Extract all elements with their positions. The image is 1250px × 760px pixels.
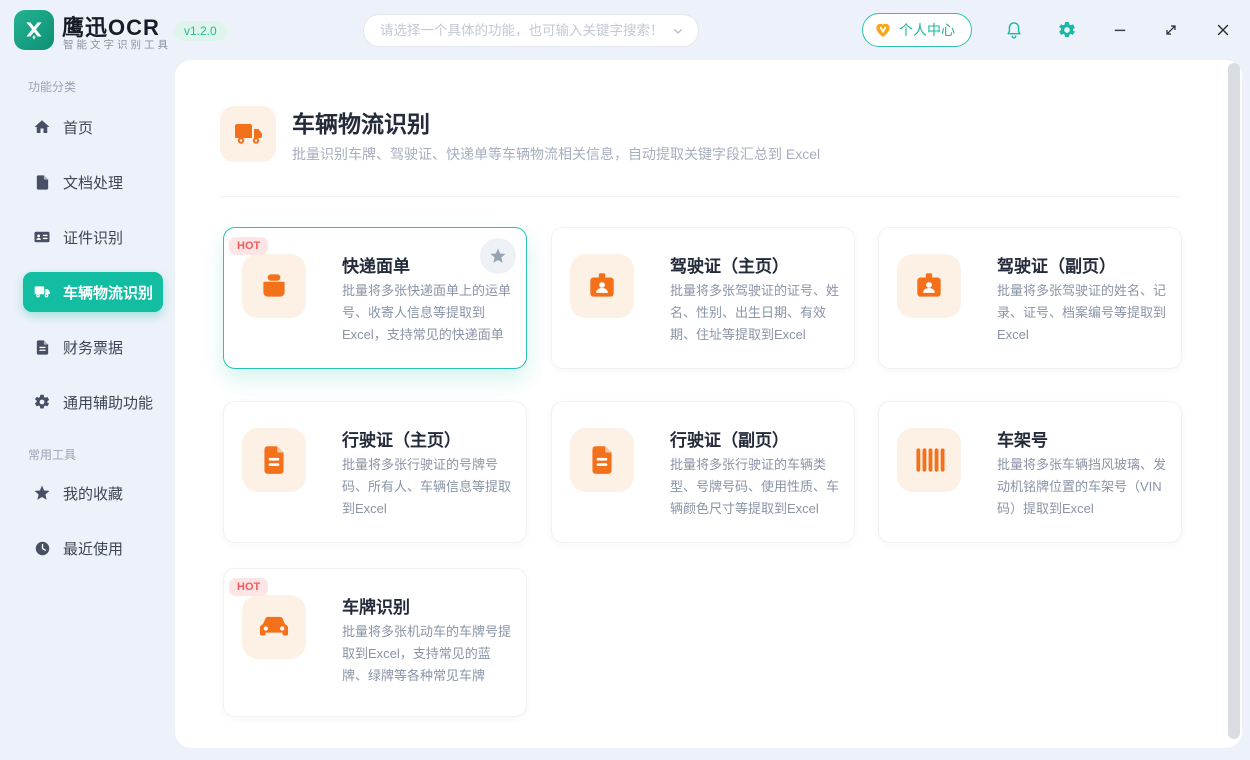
gear-icon [1057,20,1077,40]
vin-bars-icon [897,428,961,492]
card-title: 快递面单 [342,252,410,277]
gear-icon [33,393,51,411]
sidebar-item-label: 车辆物流识别 [63,282,153,303]
divider [220,196,1180,197]
app-window: 鹰迅OCR 智能文字识别工具 v1.2.0 个人中心 [0,0,1250,760]
star-icon [33,484,51,502]
main-panel: 车辆物流识别 批量识别车牌、驾驶证、快递单等车辆物流相关信息，自动提取关键字段汇… [175,60,1242,748]
card-desc: 批量将多张车辆挡风玻璃、发动机铭牌位置的车架号（VIN码）提取到Excel [997,454,1171,520]
minimize-icon [1111,21,1129,39]
user-center-label: 个人中心 [899,20,955,40]
card-title: 行驶证（副页） [670,426,789,451]
sidebar-section-title: 功能分类 [28,78,76,95]
id-badge-icon [897,254,961,318]
sidebar-item-favorites[interactable]: 我的收藏 [23,473,163,513]
package-icon [242,254,306,318]
chevron-down-icon[interactable] [670,23,686,39]
app-subtitle: 智能文字识别工具 [63,37,171,52]
truck-icon [220,106,276,162]
card-title: 驾驶证（主页） [670,252,789,277]
sidebar: 功能分类 首页 文档处理 证件识别 车辆物流识别 [0,60,175,760]
sidebar-item-label: 我的收藏 [63,483,123,504]
feature-card-drivers-license-secondary[interactable]: 驾驶证（副页） 批量将多张驾驶证的姓名、记录、证号、档案编号等提取到Excel [878,227,1182,369]
resize-icon [1163,22,1179,38]
version-badge: v1.2.0 [174,21,227,41]
close-button[interactable] [1212,19,1234,41]
user-center-button[interactable]: 个人中心 [862,13,972,47]
sidebar-item-label: 文档处理 [63,172,123,193]
card-title: 行驶证（主页） [342,426,461,451]
function-search-select[interactable] [363,14,699,47]
file-text-icon [570,428,634,492]
page-title: 车辆物流识别 [292,105,430,139]
file-text-icon [242,428,306,492]
feature-card-license-plate[interactable]: HOT 车牌识别 批量将多张机动车的车牌号提取到Excel，支持常见的蓝牌、绿牌… [223,568,527,717]
star-icon [489,247,507,265]
sidebar-item-general-tools[interactable]: 通用辅助功能 [23,382,163,422]
page-subtitle: 批量识别车牌、驾驶证、快递单等车辆物流相关信息，自动提取关键字段汇总到 Exce… [292,144,820,164]
vertical-scrollbar[interactable] [1228,63,1240,739]
feature-card-vin[interactable]: 车架号 批量将多张车辆挡风玻璃、发动机铭牌位置的车架号（VIN码）提取到Exce… [878,401,1182,543]
vip-icon [873,20,893,40]
sidebar-item-label: 通用辅助功能 [63,392,153,413]
minimize-button[interactable] [1109,19,1131,41]
id-card-icon [33,228,51,246]
feature-card-express-waybill[interactable]: HOT 快递面单 批量将多张快递面单上的运单号、收寄人信息等提取到Excel，支… [223,227,527,369]
sidebar-item-home[interactable]: 首页 [23,107,163,147]
sidebar-item-recent[interactable]: 最近使用 [23,528,163,568]
hot-badge: HOT [229,237,268,255]
card-title: 车牌识别 [342,593,410,618]
sidebar-item-label: 财务票据 [63,337,123,358]
home-icon [33,118,51,136]
feature-card-vehicle-license-secondary[interactable]: 行驶证（副页） 批量将多张行驶证的车辆类型、号牌号码、使用性质、车辆颜色尺寸等提… [551,401,855,543]
settings-button[interactable] [1056,19,1078,41]
sidebar-item-documents[interactable]: 文档处理 [23,162,163,202]
id-badge-icon [570,254,634,318]
invoice-icon [33,338,51,356]
sidebar-item-id-recognition[interactable]: 证件识别 [23,217,163,257]
sidebar-item-label: 证件识别 [63,227,123,248]
card-title: 车架号 [997,426,1048,451]
sidebar-item-label: 首页 [63,117,93,138]
notifications-button[interactable] [1003,19,1025,41]
card-desc: 批量将多张行驶证的车辆类型、号牌号码、使用性质、车辆颜色尺寸等提取到Excel [670,454,844,520]
feature-card-drivers-license-main[interactable]: 驾驶证（主页） 批量将多张驾驶证的证号、姓名、性别、出生日期、有效期、住址等提取… [551,227,855,369]
sidebar-item-financial-invoices[interactable]: 财务票据 [23,327,163,367]
sidebar-item-label: 最近使用 [63,538,123,559]
document-icon [33,173,51,191]
app-logo [14,10,54,50]
logo-x-icon [21,17,47,43]
feature-card-vehicle-license-main[interactable]: 行驶证（主页） 批量将多张行驶证的号牌号码、所有人、车辆信息等提取到Excel [223,401,527,543]
title-bar: 鹰迅OCR 智能文字识别工具 v1.2.0 个人中心 [0,0,1250,60]
car-icon [242,595,306,659]
sidebar-item-vehicle-logistics[interactable]: 车辆物流识别 [23,272,163,312]
sidebar-section-title: 常用工具 [28,446,76,463]
truck-icon [33,283,51,301]
close-icon [1214,21,1232,39]
card-desc: 批量将多张快递面单上的运单号、收寄人信息等提取到Excel，支持常见的快递面单 [342,280,516,346]
card-desc: 批量将多张驾驶证的证号、姓名、性别、出生日期、有效期、住址等提取到Excel [670,280,844,346]
card-desc: 批量将多张行驶证的号牌号码、所有人、车辆信息等提取到Excel [342,454,516,520]
card-title: 驾驶证（副页） [997,252,1116,277]
hot-badge: HOT [229,578,268,596]
resize-button[interactable] [1160,19,1182,41]
favorite-button[interactable] [480,238,516,274]
search-input[interactable] [380,23,670,38]
bell-icon [1004,20,1024,40]
clock-icon [33,539,51,557]
card-desc: 批量将多张机动车的车牌号提取到Excel，支持常见的蓝牌、绿牌等各种常见车牌 [342,621,516,687]
card-desc: 批量将多张驾驶证的姓名、记录、证号、档案编号等提取到Excel [997,280,1171,346]
